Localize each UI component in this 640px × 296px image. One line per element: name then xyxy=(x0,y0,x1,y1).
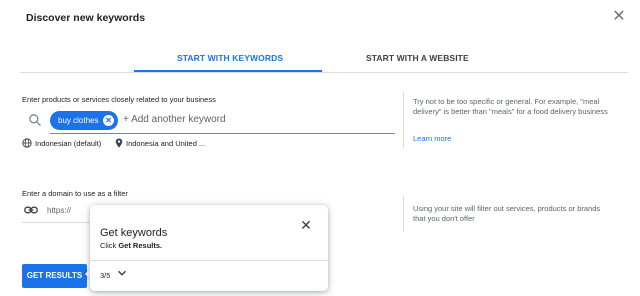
close-icon[interactable]: ✕ xyxy=(610,8,628,26)
chip-remove-icon[interactable]: ✕ xyxy=(103,115,114,126)
domain-label: Enter a domain to use as a filter xyxy=(22,189,128,198)
domain-input[interactable]: https:// xyxy=(47,206,71,215)
popup-close-icon[interactable]: ✕ xyxy=(298,217,314,233)
search-icon xyxy=(29,114,41,126)
tab-start-with-website[interactable]: START WITH A WEBSITE xyxy=(366,53,469,63)
popup-subtitle: Click Get Results. xyxy=(100,241,162,250)
popup-divider xyxy=(90,260,328,261)
hint-divider xyxy=(403,196,404,232)
location-pin-icon xyxy=(115,138,123,148)
get-results-button[interactable]: GET RESULTS xyxy=(22,264,87,288)
domain-input-underline xyxy=(22,222,92,223)
coach-popup: Get keywords Click Get Results. ✕ 3/5 xyxy=(90,205,328,291)
keyword-chip-label: buy clothes xyxy=(58,116,99,125)
keyword-input[interactable]: + Add another keyword xyxy=(123,114,226,125)
keywords-hint: Try not to be too specific or general. F… xyxy=(413,97,608,116)
keywords-label: Enter products or services closely relat… xyxy=(22,95,216,104)
link-icon xyxy=(24,206,38,214)
globe-icon xyxy=(22,138,32,148)
dialog-title: Discover new keywords xyxy=(26,12,146,24)
tab-divider xyxy=(20,72,628,73)
popup-title: Get keywords xyxy=(100,227,168,239)
domain-hint: Using your site will filter out services… xyxy=(413,204,601,223)
popup-subtitle-bold: Get Results. xyxy=(118,241,163,250)
keyword-input-underline xyxy=(50,133,395,134)
keyword-chip[interactable]: buy clothes ✕ xyxy=(50,111,118,130)
popup-step-counter: 3/5 xyxy=(100,271,111,280)
learn-more-link[interactable]: Learn more xyxy=(413,134,451,143)
tab-start-with-keywords[interactable]: START WITH KEYWORDS xyxy=(177,53,283,63)
location-selector[interactable]: Indonesia and United ... xyxy=(126,139,205,148)
popup-subtitle-prefix: Click xyxy=(100,241,119,250)
hint-divider xyxy=(403,92,404,148)
chevron-down-icon[interactable] xyxy=(116,267,128,279)
language-selector[interactable]: Indonesian (default) xyxy=(35,139,101,148)
